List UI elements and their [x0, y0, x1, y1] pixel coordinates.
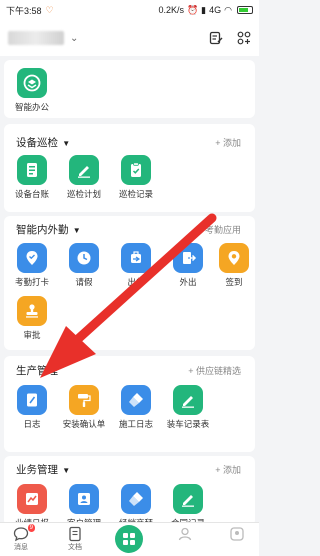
section-title-text: 智能内外勤 [16, 224, 69, 236]
add-button[interactable]: + 添加 [215, 463, 241, 476]
app-approval[interactable]: 审批 [8, 296, 56, 341]
app-label: 安装确认单 [62, 419, 106, 429]
app-label: 日志 [23, 419, 41, 429]
section-title[interactable]: 生产管理 [16, 363, 58, 378]
section-title-text: 业务管理 [16, 464, 58, 476]
app-go-out[interactable]: 外出 [164, 243, 212, 288]
organization-name-blurred[interactable] [8, 31, 64, 45]
customer-icon [69, 484, 99, 514]
battery-icon [237, 6, 253, 14]
app-label: 考勤打卡 [14, 277, 49, 287]
app-label: 装车记录表 [166, 419, 210, 429]
wifi-icon: ◠ [224, 4, 232, 15]
app-label: 外出 [179, 277, 197, 287]
message-badge: 9 [27, 524, 35, 532]
caret-down-icon: ▼ [60, 139, 71, 148]
heart-icon: ♡ [45, 4, 54, 15]
clock-icon [69, 243, 99, 273]
tab-label: 消息 [14, 544, 28, 551]
checklist-edit-icon[interactable] [209, 31, 223, 45]
app-install-confirm[interactable]: 安装确认单 [60, 385, 108, 430]
app-label: 审批 [23, 330, 41, 340]
smart-office-icon [17, 68, 47, 98]
attendance-apps-button[interactable]: + 考勤应用 [197, 223, 241, 236]
status-speed: 0.2K/s [158, 5, 184, 15]
app-label: 智能办公 [14, 102, 49, 112]
add-button[interactable]: + 添加 [215, 136, 241, 149]
inspection-section: 设备巡检 ▼ + 添加 设备台账 巡检计划 巡检记录 [4, 124, 255, 212]
section-title[interactable]: 设备巡检 ▼ [16, 135, 70, 150]
app-construction-log[interactable]: 施工日志 [112, 385, 160, 430]
grid-icon [123, 533, 135, 545]
location-check-icon [219, 243, 249, 273]
app-label: 巡检计划 [66, 189, 101, 199]
app-inspection-plan[interactable]: 巡检计划 [60, 155, 108, 200]
top-header: ⌄ [0, 20, 259, 56]
chat-icon [13, 527, 29, 542]
caret-down-icon: ▼ [70, 226, 81, 235]
chevron-down-icon[interactable]: ⌄ [70, 33, 78, 44]
stamp-icon [17, 296, 47, 326]
airplane-icon [121, 243, 151, 273]
app-equipment-ledger[interactable]: 设备台账 [8, 155, 56, 200]
status-time: 下午3:58 [6, 5, 42, 16]
pen-edit-icon [173, 484, 203, 514]
section-title-text: 设备巡检 [16, 137, 58, 149]
app-inspection-record[interactable]: 巡检记录 [112, 155, 160, 200]
app-label: 请假 [75, 277, 93, 287]
tab-label: 文档 [68, 544, 82, 551]
attendance-section: 智能内外勤 ▼ + 考勤应用 考勤打卡 请假 出差 外出 签到 审批 [4, 216, 255, 350]
app-sign-in[interactable]: 签到 [210, 243, 258, 288]
brush-icon [121, 484, 151, 514]
section-title[interactable]: 业务管理 ▼ [16, 462, 70, 477]
pen-edit-icon [173, 385, 203, 415]
app-leave[interactable]: 请假 [60, 243, 108, 288]
app-label: 施工日志 [118, 419, 153, 429]
section-title-text: 生产管理 [16, 365, 58, 377]
supply-chain-button[interactable]: + 供应链精选 [188, 364, 241, 377]
production-section: 生产管理 + 供应链精选 日志 安装确认单 施工日志 装车记录表 [4, 356, 255, 452]
ledger-icon [17, 155, 47, 185]
app-label: 签到 [225, 277, 243, 287]
contacts-icon [178, 527, 192, 541]
status-bar: 下午3:58 ♡ 0.2K/s ⏰ ▮ 4G ◠ [0, 0, 259, 20]
business-section: 业务管理 ▼ + 添加 业绩日报 客户管理 经销商拜 合同记录 [4, 456, 255, 528]
app-log[interactable]: 日志 [8, 385, 56, 430]
app-label: 出差 [127, 277, 145, 287]
signal-icon: ▮ [201, 4, 207, 15]
section-title[interactable]: 智能内外勤 ▼ [16, 222, 81, 237]
notebook-icon [17, 385, 47, 415]
top-apps-section: 智能办公 [4, 60, 255, 118]
tab-documents[interactable]: 文档 [60, 526, 90, 552]
location-pin-icon [17, 243, 47, 273]
caret-down-icon: ▼ [60, 466, 71, 475]
brush-icon [121, 385, 151, 415]
app-business-trip[interactable]: 出差 [112, 243, 160, 288]
app-smart-office[interactable]: 智能办公 [8, 68, 56, 113]
alarm-icon: ⏰ [186, 4, 199, 15]
clipboard-icon [121, 155, 151, 185]
pen-edit-icon [69, 155, 99, 185]
paint-roller-icon [69, 385, 99, 415]
tab-profile[interactable] [222, 526, 252, 542]
app-clock-in[interactable]: 考勤打卡 [8, 243, 56, 288]
tab-contacts[interactable] [170, 526, 200, 542]
bottom-navigation: 9 消息 文档 [0, 522, 259, 556]
app-label: 设备台账 [14, 189, 49, 199]
document-icon [69, 526, 81, 542]
tab-messages[interactable]: 9 消息 [6, 524, 36, 552]
profile-icon [230, 527, 244, 541]
door-exit-icon [173, 243, 203, 273]
app-loading-record[interactable]: 装车记录表 [164, 385, 212, 430]
grid-plus-icon[interactable] [237, 31, 251, 45]
tab-workbench[interactable] [113, 525, 145, 553]
status-network: 4G [209, 5, 222, 15]
chart-report-icon [17, 484, 47, 514]
app-label: 巡检记录 [118, 189, 153, 199]
